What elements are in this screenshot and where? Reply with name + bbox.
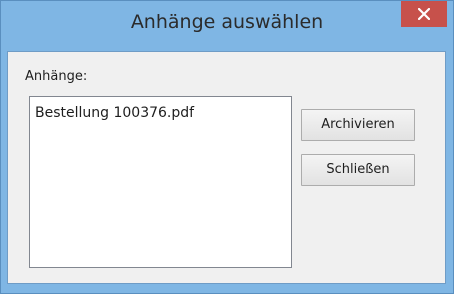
close-button[interactable]: Schließen (301, 154, 415, 186)
list-item[interactable]: Bestellung 100376.pdf (35, 105, 194, 121)
archive-button[interactable]: Archivieren (301, 109, 415, 141)
close-window-button[interactable] (401, 1, 447, 27)
window-title: Anhänge auswählen (130, 11, 324, 33)
title-bar[interactable]: Anhänge auswählen (1, 1, 453, 45)
attachments-listbox[interactable]: Bestellung 100376.pdf (29, 96, 292, 268)
attachments-label: Anhänge: (25, 69, 88, 84)
close-icon (418, 8, 430, 20)
